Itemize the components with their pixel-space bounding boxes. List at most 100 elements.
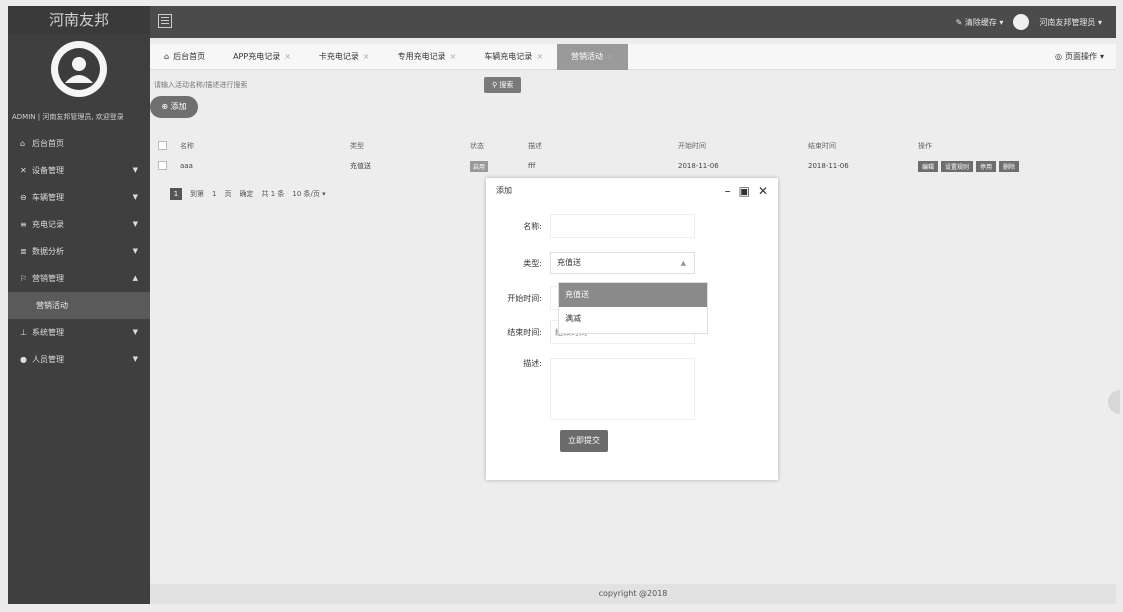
page-unit: 页 [224, 190, 232, 198]
modal-header: 添加 – ▣ ✕ [486, 178, 778, 204]
sidebar-item-label: 车辆管理 [32, 193, 64, 202]
delete-button[interactable]: 删除 [999, 160, 1020, 172]
maximize-icon[interactable]: ▣ [739, 178, 750, 204]
close-icon[interactable]: × [450, 44, 457, 70]
row-checkbox[interactable] [158, 160, 167, 170]
type-select[interactable]: 充值送 ▲ [550, 252, 695, 274]
sidebar-item-charging-records[interactable]: ≡ 充电记录 ▼ [8, 211, 150, 238]
col-type[interactable]: 类型 [344, 136, 464, 156]
disable-button[interactable]: 停用 [976, 160, 997, 172]
tab-label: 专用充电记录 [397, 51, 446, 61]
close-icon[interactable]: ✕ [758, 178, 768, 204]
chevron-down-icon: ▼ [132, 328, 138, 336]
col-status[interactable]: 状态 [464, 136, 522, 156]
cell-start: 2018-11-06 [678, 162, 719, 170]
avatar[interactable] [51, 41, 107, 97]
tab-home[interactable]: ⌂ 后台首页 [150, 44, 219, 70]
sidebar-item-label: 人员管理 [32, 355, 64, 364]
sidebar-item-home[interactable]: ⌂ 后台首页 [8, 130, 150, 157]
top-avatar[interactable] [1013, 14, 1030, 30]
page-current[interactable]: 1 [170, 188, 182, 200]
name-field[interactable] [550, 214, 695, 238]
sidebar-item-marketing[interactable]: ⚐ 营销管理 ▲ [8, 265, 150, 292]
add-button-label: 添加 [170, 102, 187, 111]
record-icon: ≡ [20, 220, 27, 229]
per-page-label: 10 条/页 [292, 190, 320, 198]
sidebar-item-label: 系统管理 [32, 328, 64, 337]
menu-toggle-icon[interactable] [158, 14, 172, 28]
top-bar: ✎ 清除缓存 ▾ 河南友邦管理员 ▾ [150, 6, 1116, 38]
per-page-select[interactable]: 10 条/页 ▾ [292, 189, 325, 199]
sidebar-item-label: 设备管理 [32, 166, 64, 175]
desc-textarea[interactable] [550, 358, 695, 420]
car-icon: ⊖ [20, 193, 27, 202]
page-input[interactable]: 1 [212, 190, 216, 198]
row-select-cell[interactable] [152, 156, 174, 176]
search-button-label: 搜索 [499, 81, 514, 89]
name-label: 名称: [523, 221, 542, 231]
close-icon[interactable]: × [607, 44, 614, 70]
col-start[interactable]: 开始时间 [672, 136, 802, 156]
add-button[interactable]: ⊕ 添加 [150, 96, 198, 118]
tab-label: 后台首页 [173, 51, 206, 61]
clear-cache-link[interactable]: ✎ 清除缓存 ▾ [956, 17, 1004, 28]
tab-bar: ⌂ 后台首页 APP充电记录 × 卡充电记录 × 专用充电记录 × 车辆充电记录… [150, 43, 1116, 70]
select-all-cell[interactable] [152, 136, 174, 156]
tab-marketing-activity[interactable]: 营销活动 × [557, 43, 628, 70]
search-row: ⚲ 搜索 [154, 76, 522, 94]
sidebar-item-data-analysis[interactable]: ≣ 数据分析 ▼ [8, 238, 150, 265]
submit-button[interactable]: 立即提交 [560, 430, 608, 452]
tab-label: 营销活动 [571, 51, 604, 61]
col-ops: 操作 [918, 142, 932, 150]
sidebar-item-label: 充电记录 [32, 220, 64, 229]
activity-table: 名称 类型 状态 描述 开始时间 结束时间 操作 aaa 充值送 启用 fff … [152, 136, 1112, 176]
top-right-area: ✎ 清除缓存 ▾ 河南友邦管理员 ▾ [956, 6, 1102, 38]
cell-end: 2018-11-06 [808, 162, 849, 170]
sidebar-item-system[interactable]: ⊥ 系统管理 ▼ [8, 319, 150, 346]
plus-circle-icon: ⊕ [161, 102, 171, 111]
chevron-down-icon: ▾ [319, 190, 326, 198]
close-icon[interactable]: × [363, 44, 370, 70]
user-menu[interactable]: 河南友邦管理员 ▾ [1039, 17, 1102, 28]
desc-label: 描述: [523, 359, 542, 368]
tool-icon: ✕ [20, 166, 27, 175]
pagination: 1 到第 1 页 确定 共 1 条 10 条/页 ▾ [170, 188, 326, 200]
search-input[interactable] [154, 76, 464, 94]
close-icon[interactable]: × [284, 44, 291, 70]
select-all-checkbox[interactable] [158, 140, 167, 150]
cell-status: 启用 [464, 156, 522, 176]
tab-label: 卡充电记录 [318, 51, 359, 61]
status-badge: 启用 [470, 160, 489, 172]
chevron-down-icon: ▼ [132, 355, 138, 363]
page-operations-menu[interactable]: ◎ 页面操作 ▾ [1055, 51, 1104, 62]
search-button[interactable]: ⚲ 搜索 [484, 77, 522, 93]
target-icon: ◎ [1055, 52, 1062, 61]
col-desc[interactable]: 描述 [522, 136, 672, 156]
sidebar-subitem-marketing-activity[interactable]: 营销活动 [8, 292, 150, 319]
tab-dedicated-charging[interactable]: 专用充电记录 × [384, 44, 471, 70]
sidebar-item-vehicles[interactable]: ⊖ 车辆管理 ▼ [8, 184, 150, 211]
tab-label: 车辆充电记录 [484, 51, 533, 61]
brand-logo: 河南友邦 [8, 6, 150, 34]
dropdown-option-recharge-bonus[interactable]: 充值送 [559, 283, 707, 307]
minimize-icon[interactable]: – [725, 178, 731, 204]
dropdown-option-discount[interactable]: 满减 [559, 307, 707, 331]
chart-icon: ≣ [20, 247, 27, 256]
type-label: 类型: [523, 258, 542, 268]
chevron-down-icon: ▾ [1099, 52, 1104, 61]
goto-confirm-button[interactable]: 确定 [239, 189, 253, 199]
sidebar-item-personnel[interactable]: ● 人员管理 ▼ [8, 346, 150, 373]
modal-controls: – ▣ ✕ [725, 178, 768, 204]
set-rules-button[interactable]: 设置规则 [941, 160, 974, 172]
tab-vehicle-charging[interactable]: 车辆充电记录 × [470, 44, 557, 70]
edit-button[interactable]: 编辑 [918, 160, 939, 172]
tab-app-charging[interactable]: APP充电记录 × [219, 44, 305, 70]
col-end[interactable]: 结束时间 [802, 136, 912, 156]
tab-card-charging[interactable]: 卡充电记录 × [305, 44, 384, 70]
user-greeting: ADMIN | 河南友邦管理员, 欢迎登录 [12, 113, 124, 121]
sidebar-item-devices[interactable]: ✕ 设备管理 ▼ [8, 157, 150, 184]
close-icon[interactable]: × [536, 44, 543, 70]
col-name[interactable]: 名称 [174, 136, 344, 156]
avatar-area [8, 34, 150, 104]
table-header-row: 名称 类型 状态 描述 开始时间 结束时间 操作 [152, 136, 1112, 156]
